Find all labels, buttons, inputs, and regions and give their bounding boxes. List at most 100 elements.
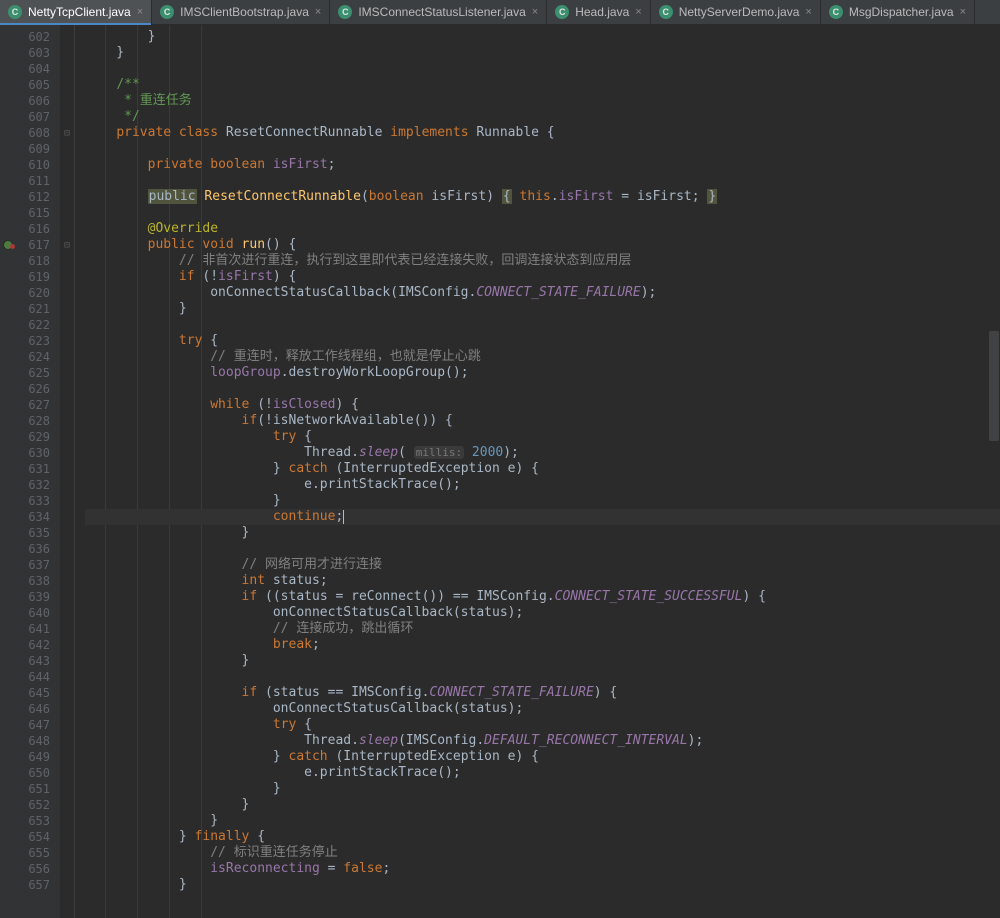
code-line[interactable]: public ResetConnectRunnable(boolean isFi… — [85, 189, 1000, 205]
code-line[interactable]: private class ResetConnectRunnable imple… — [85, 125, 1000, 141]
close-icon[interactable]: × — [635, 6, 641, 18]
code-line[interactable]: if(!isNetworkAvailable()) { — [85, 413, 1000, 429]
code-token — [85, 861, 210, 876]
code-token: { — [304, 717, 312, 732]
code-line[interactable]: } — [85, 877, 1000, 893]
code-line[interactable]: } — [85, 813, 1000, 829]
code-line[interactable]: } — [85, 781, 1000, 797]
code-line[interactable] — [85, 205, 1000, 221]
fold-end-icon[interactable] — [60, 45, 74, 61]
code-line[interactable]: e.printStackTrace(); — [85, 765, 1000, 781]
code-token: if — [242, 413, 258, 428]
fold-empty — [60, 189, 74, 205]
code-area[interactable]: } } /** * 重连任务 */ private class ResetCon… — [75, 25, 1000, 918]
code-line[interactable] — [85, 317, 1000, 333]
fold-column[interactable]: ⊟⊟ — [60, 25, 75, 918]
code-line[interactable]: @Override — [85, 221, 1000, 237]
code-line[interactable]: int status; — [85, 573, 1000, 589]
tab-label: Head.java — [575, 5, 629, 19]
editor-tabs: CNettyTcpClient.java×CIMSClientBootstrap… — [0, 0, 1000, 25]
fold-empty — [60, 157, 74, 173]
code-editor[interactable]: 6026036046056066076086096106116126156166… — [0, 25, 1000, 918]
code-token: onConnectStatusCallback(IMSConfig. — [85, 285, 476, 300]
code-line[interactable]: } — [85, 525, 1000, 541]
code-token: } — [85, 797, 249, 812]
code-line[interactable]: // 连接成功，跳出循环 — [85, 621, 1000, 637]
fold-toggle-icon[interactable]: ⊟ — [60, 237, 74, 253]
code-line[interactable]: } — [85, 797, 1000, 813]
close-icon[interactable]: × — [532, 6, 538, 18]
code-line[interactable]: } finally { — [85, 829, 1000, 845]
tab-imsclientbootstrap[interactable]: CIMSClientBootstrap.java× — [152, 0, 330, 24]
code-line[interactable]: */ — [85, 109, 1000, 125]
code-line[interactable]: Thread.sleep( millis: 2000); — [85, 445, 1000, 461]
override-marker-icon[interactable] — [3, 240, 13, 250]
code-line[interactable]: } catch (InterruptedException e) { — [85, 461, 1000, 477]
code-line[interactable]: Thread.sleep(IMSConfig.DEFAULT_RECONNECT… — [85, 733, 1000, 749]
code-token: onConnectStatusCallback(status); — [85, 701, 523, 716]
code-line[interactable]: break; — [85, 637, 1000, 653]
code-line[interactable]: private boolean isFirst; — [85, 157, 1000, 173]
code-line[interactable]: if (status == IMSConfig.CONNECT_STATE_FA… — [85, 685, 1000, 701]
code-line[interactable]: continue; — [85, 509, 1000, 525]
code-line[interactable]: if ((status = reConnect()) == IMSConfig.… — [85, 589, 1000, 605]
code-line[interactable] — [85, 61, 1000, 77]
code-line[interactable]: * 重连任务 — [85, 93, 1000, 109]
code-line[interactable]: try { — [85, 717, 1000, 733]
code-line[interactable]: e.printStackTrace(); — [85, 477, 1000, 493]
code-line[interactable]: try { — [85, 429, 1000, 445]
code-line[interactable]: } catch (InterruptedException e) { — [85, 749, 1000, 765]
code-line[interactable]: onConnectStatusCallback(IMSConfig.CONNEC… — [85, 285, 1000, 301]
code-token — [85, 845, 210, 860]
code-line[interactable]: public void run() { — [85, 237, 1000, 253]
fold-empty — [60, 589, 74, 605]
code-line[interactable] — [85, 381, 1000, 397]
code-line[interactable]: onConnectStatusCallback(status); — [85, 701, 1000, 717]
code-token — [85, 269, 179, 284]
code-line[interactable] — [85, 541, 1000, 557]
tab-label: MsgDispatcher.java — [849, 5, 954, 19]
code-token: (InterruptedException e) { — [335, 749, 539, 764]
code-line[interactable] — [85, 173, 1000, 189]
vertical-scrollbar[interactable] — [989, 51, 999, 918]
tab-msgdispatcher[interactable]: CMsgDispatcher.java× — [821, 0, 975, 24]
close-icon[interactable]: × — [805, 6, 811, 18]
code-line[interactable]: while (!isClosed) { — [85, 397, 1000, 413]
code-line[interactable]: // 非首次进行重连，执行到这里即代表已经连接失败，回调连接状态到应用层 — [85, 253, 1000, 269]
code-line[interactable]: } — [85, 45, 1000, 61]
line-number: 657 — [0, 877, 60, 893]
code-token — [85, 109, 124, 124]
code-token: { — [257, 829, 265, 844]
tab-nettytcpclient[interactable]: CNettyTcpClient.java× — [0, 0, 152, 24]
code-line[interactable]: try { — [85, 333, 1000, 349]
code-token: } — [85, 749, 289, 764]
code-line[interactable]: onConnectStatusCallback(status); — [85, 605, 1000, 621]
code-line[interactable]: // 标识重连任务停止 — [85, 845, 1000, 861]
code-token: = — [320, 861, 343, 876]
code-line[interactable]: isReconnecting = false; — [85, 861, 1000, 877]
code-token: { — [210, 333, 218, 348]
line-number: 627 — [0, 397, 60, 413]
code-line[interactable]: // 网络可用才进行连接 — [85, 557, 1000, 573]
code-line[interactable]: } — [85, 653, 1000, 669]
code-line[interactable]: if (!isFirst) { — [85, 269, 1000, 285]
line-number: 634 — [0, 509, 60, 525]
tab-nettyserverdemo[interactable]: CNettyServerDemo.java× — [651, 0, 821, 24]
code-line[interactable]: loopGroup.destroyWorkLoopGroup(); — [85, 365, 1000, 381]
code-token: } — [85, 493, 281, 508]
code-line[interactable]: } — [85, 493, 1000, 509]
close-icon[interactable]: × — [137, 6, 143, 18]
code-line[interactable] — [85, 669, 1000, 685]
close-icon[interactable]: × — [315, 6, 321, 18]
scrollbar-thumb[interactable] — [989, 331, 999, 441]
code-line[interactable]: // 重连时，释放工作线程组，也就是停止心跳 — [85, 349, 1000, 365]
code-line[interactable]: /** — [85, 77, 1000, 93]
code-line[interactable] — [85, 141, 1000, 157]
code-line[interactable]: } — [85, 29, 1000, 45]
fold-toggle-icon[interactable]: ⊟ — [60, 125, 74, 141]
close-icon[interactable]: × — [960, 6, 966, 18]
tab-imsconnectstatuslistener[interactable]: CIMSConnectStatusListener.java× — [330, 0, 547, 24]
tab-head[interactable]: CHead.java× — [547, 0, 650, 24]
code-token: try — [273, 717, 304, 732]
code-line[interactable]: } — [85, 301, 1000, 317]
